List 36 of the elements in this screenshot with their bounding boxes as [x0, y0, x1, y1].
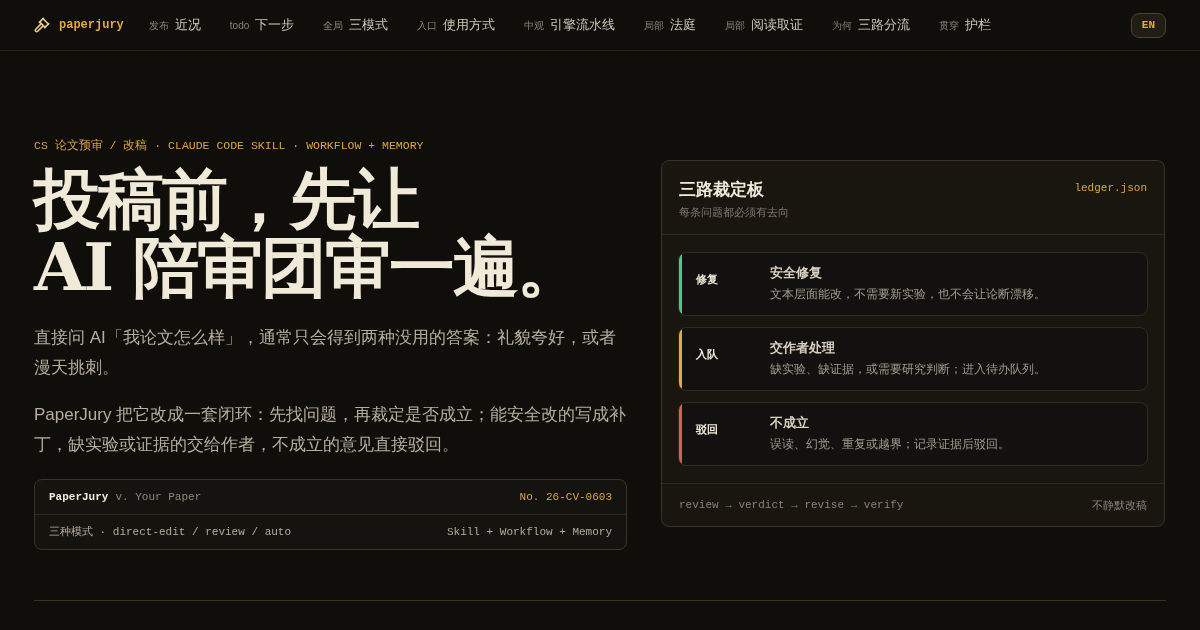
nav-link[interactable]: 发布 近况: [148, 15, 201, 35]
nav-link[interactable]: 局部 法庭: [644, 15, 697, 35]
eyebrow-text: CS 论文预审 / 改稿 · CLAUDE CODE SKILL · WORKFLOW + MEMORY: [34, 139, 425, 153]
stack-text: Skill + Workflow + Memory: [446, 524, 612, 540]
nav-link[interactable]: 中观 引擎流水线: [524, 15, 616, 35]
nav-link[interactable]: 入口 使用方式: [417, 15, 496, 35]
docket-number: No. 26-CV-0603: [519, 489, 612, 505]
ledger-title: 三路裁定板: [679, 178, 765, 200]
lane-tag: 驳回: [696, 423, 718, 435]
case-versus: v. Your Paper: [115, 489, 202, 505]
lane-tag: 入队: [696, 348, 718, 360]
nav-link[interactable]: todo 下一步: [229, 15, 295, 35]
gavel-icon: [34, 17, 50, 33]
nav-link[interactable]: 为何 三路分流: [832, 15, 911, 35]
nav-link[interactable]: 贯穿 护栏: [939, 15, 992, 35]
intro-paragraph: PaperJury 把它改成一套闭环：先找问题，再裁定是否成立；能安全改的写成补丁，缺实验或证据的交给作者，不成立的意见直接驳回。: [34, 404, 627, 456]
lane-description: 文本层面能改，不需要新实验，也不会让论断漂移。: [770, 286, 1046, 302]
case-plaintiff: PaperJury: [49, 489, 109, 505]
lane-title: 安全修复: [770, 264, 822, 281]
nav-link[interactable]: 局部 阅读取证: [725, 15, 804, 35]
workflow-steps: review → verdict → revise → verify: [679, 496, 904, 514]
lane-title: 交作者处理: [770, 339, 835, 356]
footer-note: 不静默改稿: [1092, 497, 1147, 513]
lane-description: 误读、幻觉、重复或越界；记录证据后驳回。: [770, 436, 1010, 452]
lane-description: 缺实验、缺证据，或需要研究判断；进入待办队列。: [770, 361, 1046, 377]
ledger-filename: ledger.json: [1074, 181, 1147, 196]
hero-heading: 投稿前，先让: [34, 165, 418, 233]
hero-heading: AI 陪审团审一遍。: [34, 233, 582, 301]
intro-paragraph: 直接问 AI「我论文怎么样」，通常只会得到两种没用的答案：礼貌夸好，或者漫天挑刺。: [34, 327, 617, 379]
language-button[interactable]: EN: [1130, 12, 1166, 38]
brand-name[interactable]: paperjury: [59, 16, 124, 34]
nav-link[interactable]: 全局 三模式: [323, 15, 389, 35]
lane-tag: 修复: [696, 273, 718, 285]
modes-text: 三种模式 · direct-edit / review / auto: [49, 524, 292, 540]
ledger-subtitle: 每条问题都必须有去向: [679, 205, 789, 219]
lane-title: 不成立: [770, 414, 809, 431]
